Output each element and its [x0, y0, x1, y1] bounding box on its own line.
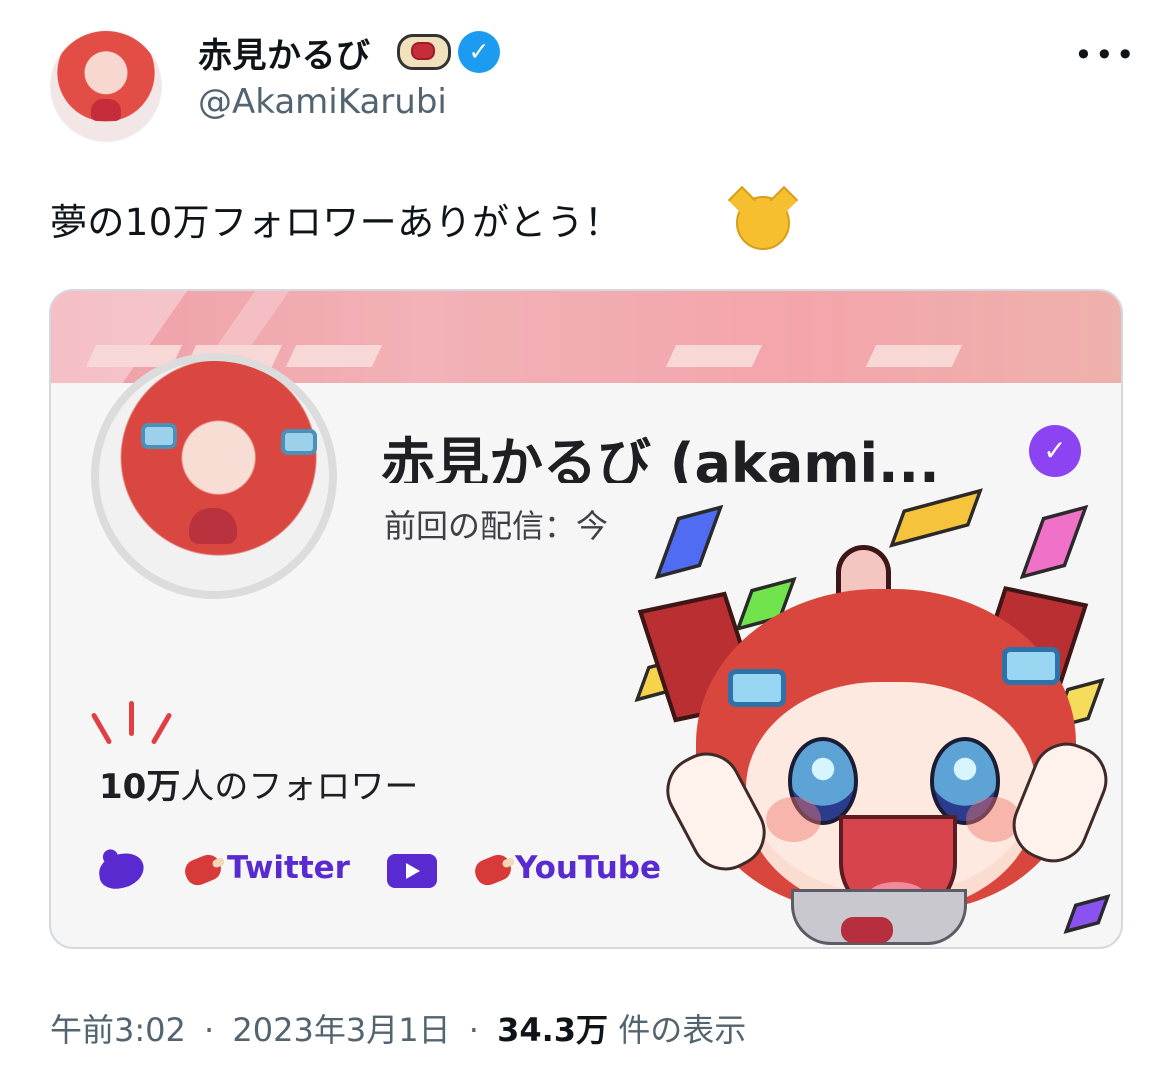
twitter-bird-icon[interactable]	[96, 851, 147, 891]
last-stream-status: 前回の配信：今	[384, 507, 609, 545]
card-avatar	[91, 353, 337, 599]
meta-separator: ·	[204, 1011, 215, 1049]
author-display-name[interactable]: 赤見かるび	[198, 28, 371, 77]
avatar-heart	[91, 99, 121, 121]
card-verified-icon: ✓	[1029, 425, 1081, 477]
tweet-time[interactable]: 午前3:02	[50, 1011, 186, 1049]
youtube-icon[interactable]	[387, 854, 437, 888]
burst-mark-icon	[129, 701, 134, 736]
views-label: 件の表示	[618, 1011, 747, 1049]
tweet-text: 夢の10万フォロワーありがとう！	[50, 201, 622, 244]
laughing-cat-emoji-icon	[736, 196, 790, 250]
views-count[interactable]: 34.3万	[497, 1011, 608, 1049]
verified-badge-icon[interactable]: ✓	[458, 31, 500, 73]
embedded-card[interactable]: 赤見かるび (akami... ✓ 前回の配信：今 10万人のフォロワー Twi…	[49, 289, 1123, 949]
mascot-illustration	[636, 537, 1121, 947]
author-handle[interactable]: @AkamiKarubi	[198, 82, 447, 122]
meat-icon	[181, 851, 225, 889]
meat-badge-icon	[397, 34, 451, 70]
tweet-date[interactable]: 2023年3月1日	[232, 1011, 450, 1049]
tweet-meta: 午前3:02 · 2023年3月1日 · 34.3万 件の表示	[50, 1005, 746, 1051]
more-options-icon[interactable]: •••	[1074, 36, 1137, 74]
meta-separator: ·	[468, 1011, 479, 1049]
twitter-link[interactable]: Twitter	[227, 850, 350, 886]
burst-mark-icon	[150, 712, 173, 745]
burst-mark-icon	[90, 712, 113, 745]
meat-icon	[471, 851, 515, 889]
followers-count: 10万人のフォロワー	[99, 767, 419, 807]
card-channel-name: 赤見かるび (akami...	[381, 432, 940, 483]
author-avatar[interactable]	[50, 30, 162, 142]
